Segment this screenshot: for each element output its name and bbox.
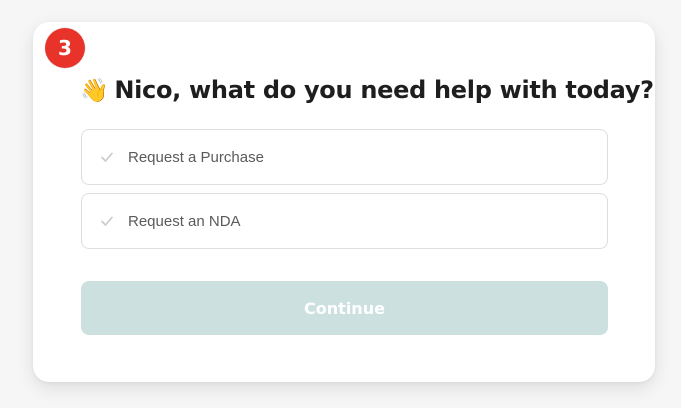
option-request-nda[interactable]: Request an NDA: [81, 193, 608, 249]
option-label: Request a Purchase: [128, 148, 264, 166]
waving-hand-icon: 👋: [80, 77, 109, 104]
option-label: Request an NDA: [128, 212, 241, 230]
step-number-badge: 3: [45, 28, 85, 68]
option-request-purchase[interactable]: Request a Purchase: [81, 129, 608, 185]
page-title-text: Nico, what do you need help with today?: [114, 76, 654, 104]
check-icon: [100, 150, 114, 164]
continue-button[interactable]: Continue: [81, 281, 608, 335]
check-icon: [100, 214, 114, 228]
page-title: 👋 Nico, what do you need help with today…: [80, 70, 654, 110]
